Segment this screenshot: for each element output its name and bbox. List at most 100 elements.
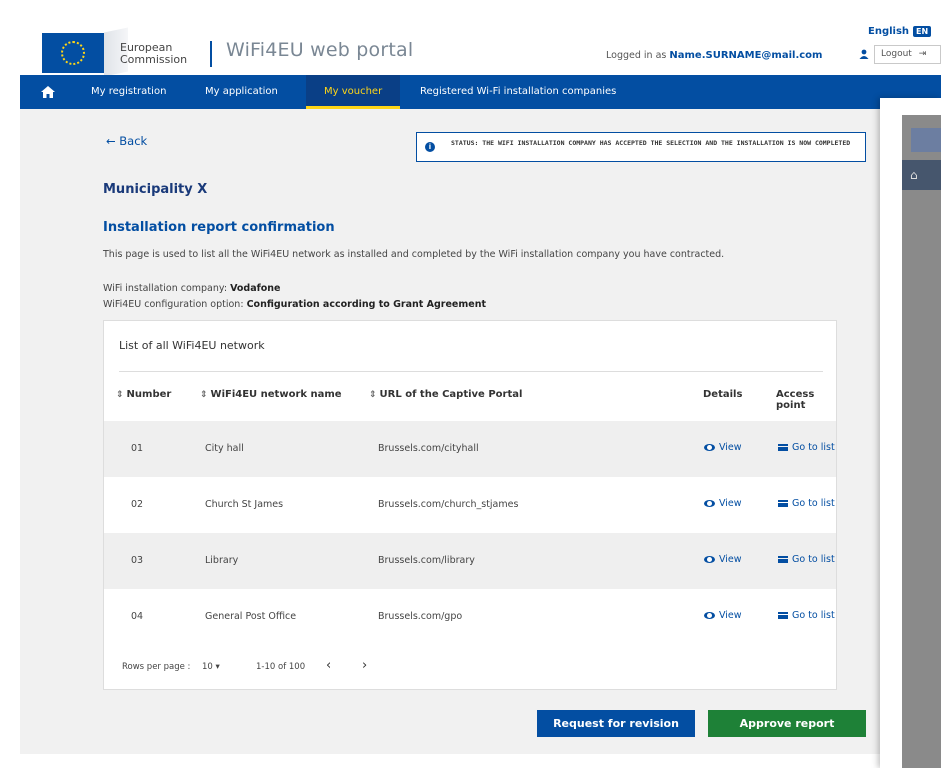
view-details-link[interactable]: View xyxy=(704,498,742,509)
caption-divider xyxy=(119,371,823,372)
column-header-details: Details xyxy=(703,389,743,400)
sort-icon: ⇕ xyxy=(116,390,124,400)
row-url: Brussels.com/library xyxy=(378,555,475,566)
rows-per-page-label: Rows per page : xyxy=(122,662,191,672)
sort-icon: ⇕ xyxy=(369,390,377,400)
eye-icon xyxy=(704,612,715,619)
company-label: WiFi installation company: xyxy=(103,283,228,294)
background-window: ⌂ xyxy=(880,98,941,768)
row-url: Brussels.com/cityhall xyxy=(378,443,479,454)
pagination-next-button[interactable]: › xyxy=(362,658,367,673)
main-content: ← Back i STATUS: THE WIFI INSTALLATION C… xyxy=(20,109,880,754)
home-icon[interactable] xyxy=(40,84,56,100)
ec-name-line2: Commission xyxy=(120,53,188,66)
config-label: WiFi4EU configuration option: xyxy=(103,299,244,310)
list-icon xyxy=(778,612,788,619)
eye-icon xyxy=(704,500,715,507)
column-header-url[interactable]: ⇕ URL of the Captive Portal xyxy=(369,389,522,400)
background-nav: ⌂ xyxy=(902,160,941,190)
row-number: 03 xyxy=(131,555,144,566)
back-link[interactable]: ← Back xyxy=(106,134,147,148)
language-selector[interactable]: English EN xyxy=(868,26,932,37)
status-text: STATUS: THE WIFI INSTALLATION COMPANY HA… xyxy=(451,139,851,147)
main-nav: My registration My application My vouche… xyxy=(20,75,941,109)
configuration-option: WiFi4EU configuration option: Configurat… xyxy=(103,299,486,310)
page-title: Installation report confirmation xyxy=(103,220,335,235)
view-label: View xyxy=(719,498,742,509)
row-network-name: General Post Office xyxy=(205,611,297,622)
list-icon xyxy=(778,500,788,507)
language-label: English xyxy=(868,26,910,37)
view-details-link[interactable]: View xyxy=(704,554,742,565)
table-caption: List of all WiFi4EU network xyxy=(119,339,265,352)
header-divider xyxy=(210,41,212,67)
logout-label: Logout xyxy=(881,49,912,59)
go-to-list-label: Go to list xyxy=(792,610,835,621)
rows-per-page-select[interactable]: 10 ▾ xyxy=(202,662,220,672)
logout-button[interactable]: Logout ⇥ xyxy=(874,45,941,64)
nav-my-application[interactable]: My application xyxy=(205,86,278,97)
row-number: 02 xyxy=(131,499,144,510)
config-value: Configuration according to Grant Agreeme… xyxy=(246,299,486,310)
user-email: Name.SURNAME@mail.com xyxy=(669,50,823,61)
background-eu-flag xyxy=(911,128,941,152)
go-to-list-link[interactable]: Go to list xyxy=(778,554,835,565)
row-number: 01 xyxy=(131,443,144,454)
language-code-badge: EN xyxy=(913,26,932,37)
table-row: 01 City hall Brussels.com/cityhall View … xyxy=(104,421,836,477)
view-details-link[interactable]: View xyxy=(704,442,742,453)
eye-icon xyxy=(704,444,715,451)
portal-title: WiFi4EU web portal xyxy=(226,39,414,61)
info-icon: i xyxy=(425,142,435,152)
status-banner: i STATUS: THE WIFI INSTALLATION COMPANY … xyxy=(416,132,866,162)
view-label: View xyxy=(719,442,742,453)
user-icon xyxy=(859,49,869,59)
pagination-range: 1-10 of 100 xyxy=(256,662,306,672)
header-url-label: URL of the Captive Portal xyxy=(379,389,523,400)
nav-my-registration[interactable]: My registration xyxy=(91,86,166,97)
table-row: 03 Library Brussels.com/library View Go … xyxy=(104,533,836,589)
go-to-list-link[interactable]: Go to list xyxy=(778,498,835,509)
company-value: Vodafone xyxy=(230,283,281,294)
logged-in-info: Logged in as Name.SURNAME@mail.com xyxy=(606,50,822,61)
network-table: List of all WiFi4EU network ⇕ Number ⇕ WiF… xyxy=(103,320,837,690)
commission-name: European Commission xyxy=(120,42,187,66)
go-to-list-label: Go to list xyxy=(792,554,835,565)
sort-icon: ⇕ xyxy=(200,390,208,400)
view-details-link[interactable]: View xyxy=(704,610,742,621)
request-revision-button[interactable]: Request for revision xyxy=(537,710,695,737)
header-number-label: Number xyxy=(126,389,172,400)
view-label: View xyxy=(719,610,742,621)
installation-company: WiFi installation company: Vodafone xyxy=(103,283,281,294)
eu-stars-icon xyxy=(61,41,85,65)
row-url: Brussels.com/church_stjames xyxy=(378,499,519,510)
approve-report-button[interactable]: Approve report xyxy=(708,710,866,737)
table-row: 02 Church St James Brussels.com/church_s… xyxy=(104,477,836,533)
site-header: European Commission WiFi4EU web portal xyxy=(20,20,941,77)
nav-my-voucher[interactable]: My voucher xyxy=(306,75,401,109)
go-to-list-label: Go to list xyxy=(792,442,835,453)
row-network-name: City hall xyxy=(205,443,244,454)
row-number: 04 xyxy=(131,611,144,622)
pagination-prev-button[interactable]: ‹ xyxy=(326,658,331,673)
background-window-dimmed xyxy=(902,115,941,768)
go-to-list-label: Go to list xyxy=(792,498,835,509)
page-description: This page is used to list all the WiFi4E… xyxy=(103,249,725,260)
municipality-name: Municipality X xyxy=(103,182,208,197)
view-label: View xyxy=(719,554,742,565)
eye-icon xyxy=(704,556,715,563)
table-row: 04 General Post Office Brussels.com/gpo … xyxy=(104,589,836,645)
logged-in-prefix: Logged in as xyxy=(606,50,667,61)
header-name-label: WiFi4EU network name xyxy=(210,389,342,400)
go-to-list-link[interactable]: Go to list xyxy=(778,610,835,621)
column-header-name[interactable]: ⇕ WiFi4EU network name xyxy=(200,389,342,400)
nav-registered-companies[interactable]: Registered Wi-Fi installation companies xyxy=(420,86,616,97)
eu-flag-logo[interactable] xyxy=(42,33,104,73)
row-network-name: Church St James xyxy=(205,499,284,510)
list-icon xyxy=(778,556,788,563)
go-to-list-link[interactable]: Go to list xyxy=(778,442,835,453)
column-header-number[interactable]: ⇕ Number xyxy=(116,389,171,400)
home-icon: ⌂ xyxy=(910,168,918,182)
column-header-access-point: Access point xyxy=(776,389,815,411)
row-url: Brussels.com/gpo xyxy=(378,611,463,622)
